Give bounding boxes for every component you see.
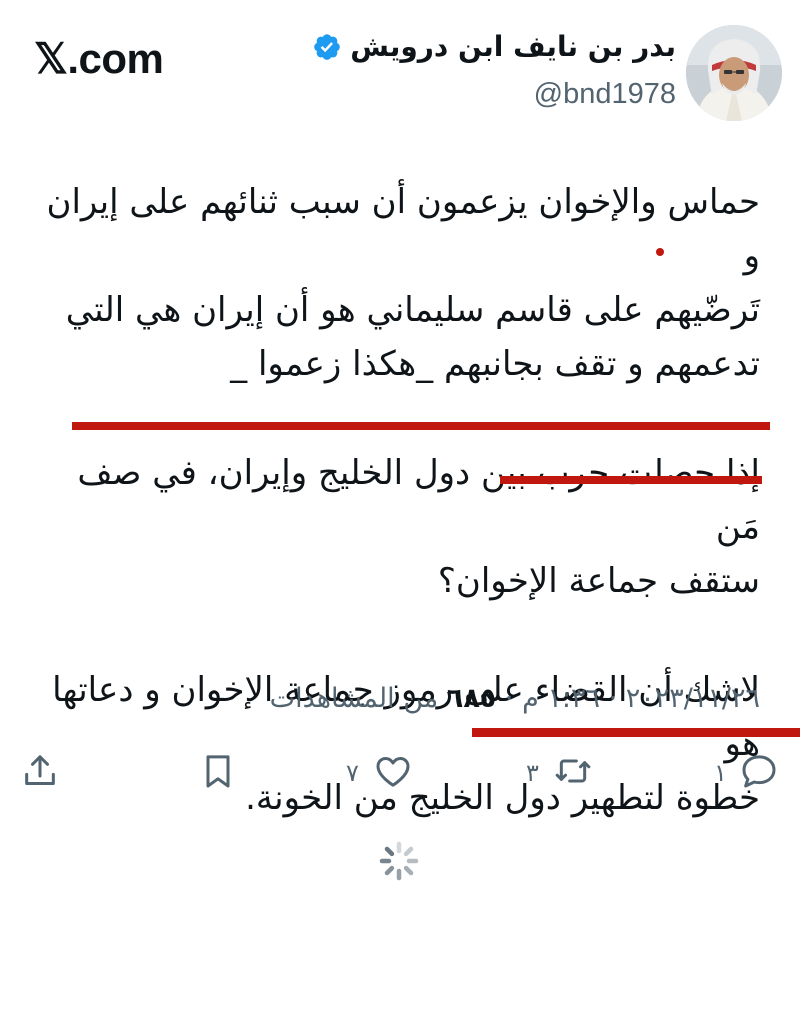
red-underline-3 — [472, 728, 800, 737]
tweet-time[interactable]: ١:٣٦ م — [522, 683, 600, 714]
tweet-date[interactable]: ٢٠٢٣/١١/٢٦ — [626, 683, 760, 714]
bookmark-icon — [198, 751, 238, 795]
action-bar: ١ ٣ ٧ — [0, 745, 802, 805]
meta-separator-1: · — [608, 683, 618, 714]
red-underline-2 — [500, 476, 762, 484]
tweet-paragraph-2: إذا حصلت حرب بين دول الخليج وإيران، في ص… — [77, 453, 760, 601]
views-count: ٦٨٥ — [446, 683, 497, 714]
reply-button[interactable]: ١ — [714, 745, 779, 801]
tweet-header: 𝕏.com بدر بن نايف ابن درويش @bnd1978 — [0, 0, 802, 140]
views-label: من المشاهدات — [269, 683, 439, 714]
reply-icon — [739, 751, 779, 795]
repost-button[interactable]: ٣ — [526, 745, 593, 801]
avatar-image — [686, 25, 782, 121]
handle[interactable]: @bnd1978 — [534, 78, 676, 111]
display-name-row: بدر بن نايف ابن درويش — [312, 30, 676, 63]
repost-count: ٣ — [526, 759, 539, 787]
bookmark-button[interactable] — [198, 745, 238, 801]
like-count: ٧ — [346, 759, 359, 787]
red-underline-1 — [72, 422, 770, 430]
meta-separator-2: · — [504, 683, 514, 714]
repost-icon — [553, 751, 593, 795]
tweet-meta: ٢٠٢٣/١١/٢٦ · ١:٣٦ م · ٦٨٥ من المشاهدات — [270, 683, 760, 714]
tweet-paragraph-1: حماس والإخوان يزعمون أن سبب ثنائهم على إ… — [46, 182, 760, 384]
loading-spinner-icon — [378, 840, 420, 882]
display-name[interactable]: بدر بن نايف ابن درويش — [350, 30, 676, 63]
share-icon — [20, 751, 60, 795]
x-logo: 𝕏.com — [34, 35, 164, 82]
heart-icon — [373, 751, 413, 795]
reply-count: ١ — [714, 759, 727, 787]
share-button[interactable] — [20, 745, 60, 801]
red-dot — [656, 248, 664, 256]
like-button[interactable]: ٧ — [346, 745, 413, 801]
avatar[interactable] — [686, 25, 782, 121]
verified-badge-icon — [312, 32, 342, 62]
